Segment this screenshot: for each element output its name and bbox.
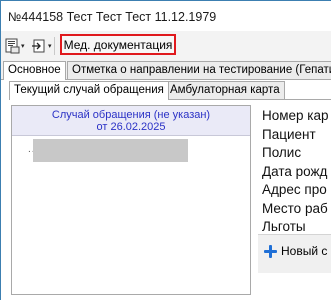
print-menu-button[interactable]: ▾ (5, 36, 25, 56)
document-print-icon (5, 38, 20, 54)
chevron-down-icon: ▾ (21, 43, 25, 50)
field-policy-label: Полис (262, 145, 302, 160)
tab-main[interactable]: Основное (3, 61, 66, 80)
window-title: №444158 Тест Тест Тест 11.12.1979 (8, 10, 217, 24)
case-tree-panel: Случай обращения (не указан) от 26.02.20… (11, 105, 251, 295)
chevron-down-icon: ▾ (48, 43, 52, 50)
toolbar: ▾ ▾ Мед. документация (1, 31, 331, 62)
new-case-toolbar: Новый с (258, 234, 331, 273)
new-case-label: Новый с (281, 244, 328, 258)
tab-testing-referral[interactable]: Отметка о направлении на тестирование (Г… (67, 61, 331, 79)
case-header-title: Случай обращения (не указан) (51, 109, 211, 121)
tree-item-redacted[interactable] (33, 139, 188, 162)
title-bar: №444158 Тест Тест Тест 11.12.1979 (1, 1, 331, 31)
med-documentation-button[interactable]: Мед. документация (60, 34, 176, 55)
plus-icon (264, 244, 277, 258)
field-birthdate-label: Дата рожд (262, 163, 328, 179)
field-address-label: Адрес про (262, 182, 327, 197)
field-patient-label: Пациент (262, 126, 316, 142)
tab-current-case[interactable]: Текущий случай обращения (9, 81, 169, 100)
case-tree-header[interactable]: Случай обращения (не указан) от 26.02.20… (12, 106, 250, 136)
field-card-number-label: Номер кар (262, 108, 329, 123)
new-case-button[interactable]: Новый с (264, 244, 327, 258)
tab-outpatient-card[interactable]: Амбулаторная карта (165, 81, 285, 99)
patient-info-fields: Номер кар Пациент Полис Дата рожд Адрес … (262, 107, 331, 237)
toolbar-separator (54, 37, 55, 55)
inner-tab-strip: Текущий случай обращения Амбулаторная ка… (9, 81, 331, 100)
export-menu-button[interactable]: ▾ (31, 36, 52, 56)
field-workplace-label: Место раб (262, 200, 328, 216)
main-tab-strip: Основное Отметка о направлении на тестир… (1, 61, 331, 80)
case-header-date: от 26.02.2025 (96, 121, 166, 133)
export-arrow-icon (31, 38, 47, 54)
patient-window: №444158 Тест Тест Тест 11.12.1979 ▾ ▾ Ме… (0, 0, 331, 300)
